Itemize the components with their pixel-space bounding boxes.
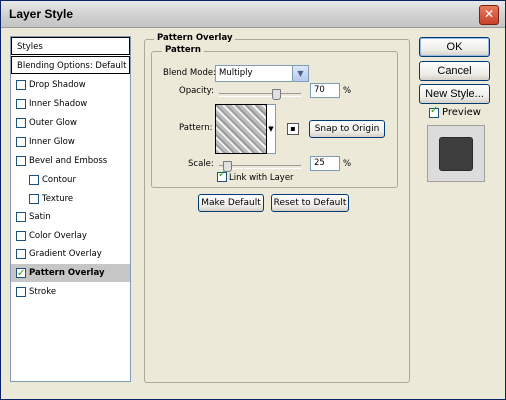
- make-default-button[interactable]: Make Default: [198, 194, 264, 212]
- drop-shadow-checkbox[interactable]: [16, 80, 26, 90]
- opacity-slider-thumb[interactable]: [272, 89, 281, 100]
- make-default-label: Make Default: [201, 198, 261, 208]
- scale-value: 25: [314, 158, 325, 168]
- sidebar-item-label: Inner Glow: [29, 137, 75, 147]
- sidebar-item-pattern-overlay[interactable]: Pattern Overlay: [11, 264, 130, 283]
- sidebar-item-label: Gradient Overlay: [29, 249, 102, 259]
- close-icon: ✕: [483, 7, 495, 21]
- opacity-input[interactable]: 70: [310, 83, 340, 98]
- blend-mode-select[interactable]: Multiply ▼: [215, 65, 309, 82]
- preview-swatch: [440, 138, 472, 170]
- snap-to-origin-button[interactable]: Snap to Origin: [309, 120, 385, 138]
- preview-label: Preview: [442, 107, 481, 118]
- link-with-layer-label: Link with Layer: [229, 173, 294, 183]
- texture-checkbox[interactable]: [29, 194, 39, 204]
- pattern-swatch[interactable]: [215, 104, 267, 154]
- sidebar-item-styles[interactable]: Styles: [11, 37, 130, 55]
- color-overlay-checkbox[interactable]: [16, 231, 26, 241]
- sidebar-item-label: Contour: [42, 175, 76, 185]
- ok-label: OK: [446, 41, 463, 53]
- bevel-emboss-checkbox[interactable]: [16, 156, 26, 166]
- scale-label: Scale:: [188, 159, 214, 169]
- sidebar-item-label: Pattern Overlay: [29, 268, 105, 278]
- cancel-label: Cancel: [437, 65, 472, 77]
- satin-checkbox[interactable]: [16, 212, 26, 222]
- chevron-down-icon: ▼: [292, 66, 308, 81]
- new-style-label: New Style...: [425, 88, 484, 100]
- sidebar-item-inner-shadow[interactable]: Inner Shadow: [11, 95, 130, 113]
- pattern-legend: Pattern: [162, 45, 204, 55]
- sidebar-item-color-overlay[interactable]: Color Overlay: [11, 227, 130, 245]
- opacity-percent: %: [343, 86, 352, 96]
- sidebar-item-outer-glow[interactable]: Outer Glow: [11, 114, 130, 132]
- opacity-value: 70: [314, 85, 325, 95]
- sidebar-item-blending-options[interactable]: Blending Options: Default: [11, 56, 130, 74]
- stroke-checkbox[interactable]: [16, 287, 26, 297]
- sidebar-item-texture[interactable]: Texture: [11, 190, 130, 208]
- gradient-overlay-checkbox[interactable]: [16, 249, 26, 259]
- chevron-down-icon: ▼: [268, 125, 274, 133]
- reset-to-default-label: Reset to Default: [273, 198, 347, 208]
- pattern-picker-dropdown[interactable]: ▼: [267, 104, 276, 154]
- inner-shadow-checkbox[interactable]: [16, 99, 26, 109]
- new-preset-icon[interactable]: ▪: [287, 123, 299, 135]
- sidebar-item-gradient-overlay[interactable]: Gradient Overlay: [11, 245, 130, 263]
- link-with-layer-checkbox[interactable]: [217, 169, 227, 182]
- new-style-button[interactable]: New Style...: [419, 84, 490, 104]
- sidebar-item-inner-glow[interactable]: Inner Glow: [11, 133, 130, 151]
- sidebar-item-contour[interactable]: Contour: [11, 171, 130, 189]
- scale-slider[interactable]: [219, 161, 301, 172]
- sidebar-item-label: Blending Options: Default: [17, 61, 127, 71]
- reset-to-default-button[interactable]: Reset to Default: [271, 194, 349, 212]
- preview-checkbox[interactable]: [429, 105, 439, 118]
- blend-mode-value: Multiply: [219, 68, 253, 78]
- sidebar-item-bevel-emboss[interactable]: Bevel and Emboss: [11, 152, 130, 170]
- sidebar-item-satin[interactable]: Satin: [11, 208, 130, 226]
- styles-list: Styles Blending Options: Default Drop Sh…: [10, 36, 131, 382]
- opacity-label: Opacity:: [179, 86, 214, 96]
- title-bar[interactable]: Layer Style ✕: [1, 1, 505, 28]
- blend-mode-label: Blend Mode:: [163, 68, 216, 78]
- snap-to-origin-label: Snap to Origin: [314, 124, 380, 134]
- scale-percent: %: [343, 159, 352, 169]
- sidebar-item-stroke[interactable]: Stroke: [11, 283, 130, 301]
- sidebar-item-label: Satin: [29, 212, 51, 222]
- cancel-button[interactable]: Cancel: [419, 61, 490, 81]
- inner-glow-checkbox[interactable]: [16, 137, 26, 147]
- sidebar-item-label: Stroke: [29, 287, 57, 297]
- outer-glow-checkbox[interactable]: [16, 118, 26, 128]
- sidebar-item-label: Inner Shadow: [29, 99, 88, 109]
- contour-checkbox[interactable]: [29, 175, 39, 185]
- layer-style-dialog: Layer Style ✕ Styles Blending Options: D…: [0, 0, 506, 400]
- sidebar-item-label: Drop Shadow: [29, 80, 86, 90]
- pattern-overlay-checkbox[interactable]: [16, 265, 26, 283]
- dialog-body: Styles Blending Options: Default Drop Sh…: [1, 28, 505, 399]
- dialog-title: Layer Style: [9, 7, 74, 21]
- scale-input[interactable]: 25: [310, 156, 340, 171]
- pattern-label: Pattern:: [179, 123, 213, 133]
- sidebar-item-label: Styles: [17, 42, 43, 52]
- opacity-slider[interactable]: [219, 89, 301, 100]
- style-preview: [427, 125, 485, 182]
- pattern-overlay-legend: Pattern Overlay: [154, 33, 236, 43]
- sidebar-item-label: Texture: [42, 194, 74, 204]
- ok-button[interactable]: OK: [419, 37, 490, 57]
- close-button[interactable]: ✕: [479, 5, 499, 25]
- sidebar-item-drop-shadow[interactable]: Drop Shadow: [11, 76, 130, 94]
- sidebar-item-label: Bevel and Emboss: [29, 156, 108, 166]
- sidebar-item-label: Color Overlay: [29, 231, 87, 241]
- sidebar-item-label: Outer Glow: [29, 118, 77, 128]
